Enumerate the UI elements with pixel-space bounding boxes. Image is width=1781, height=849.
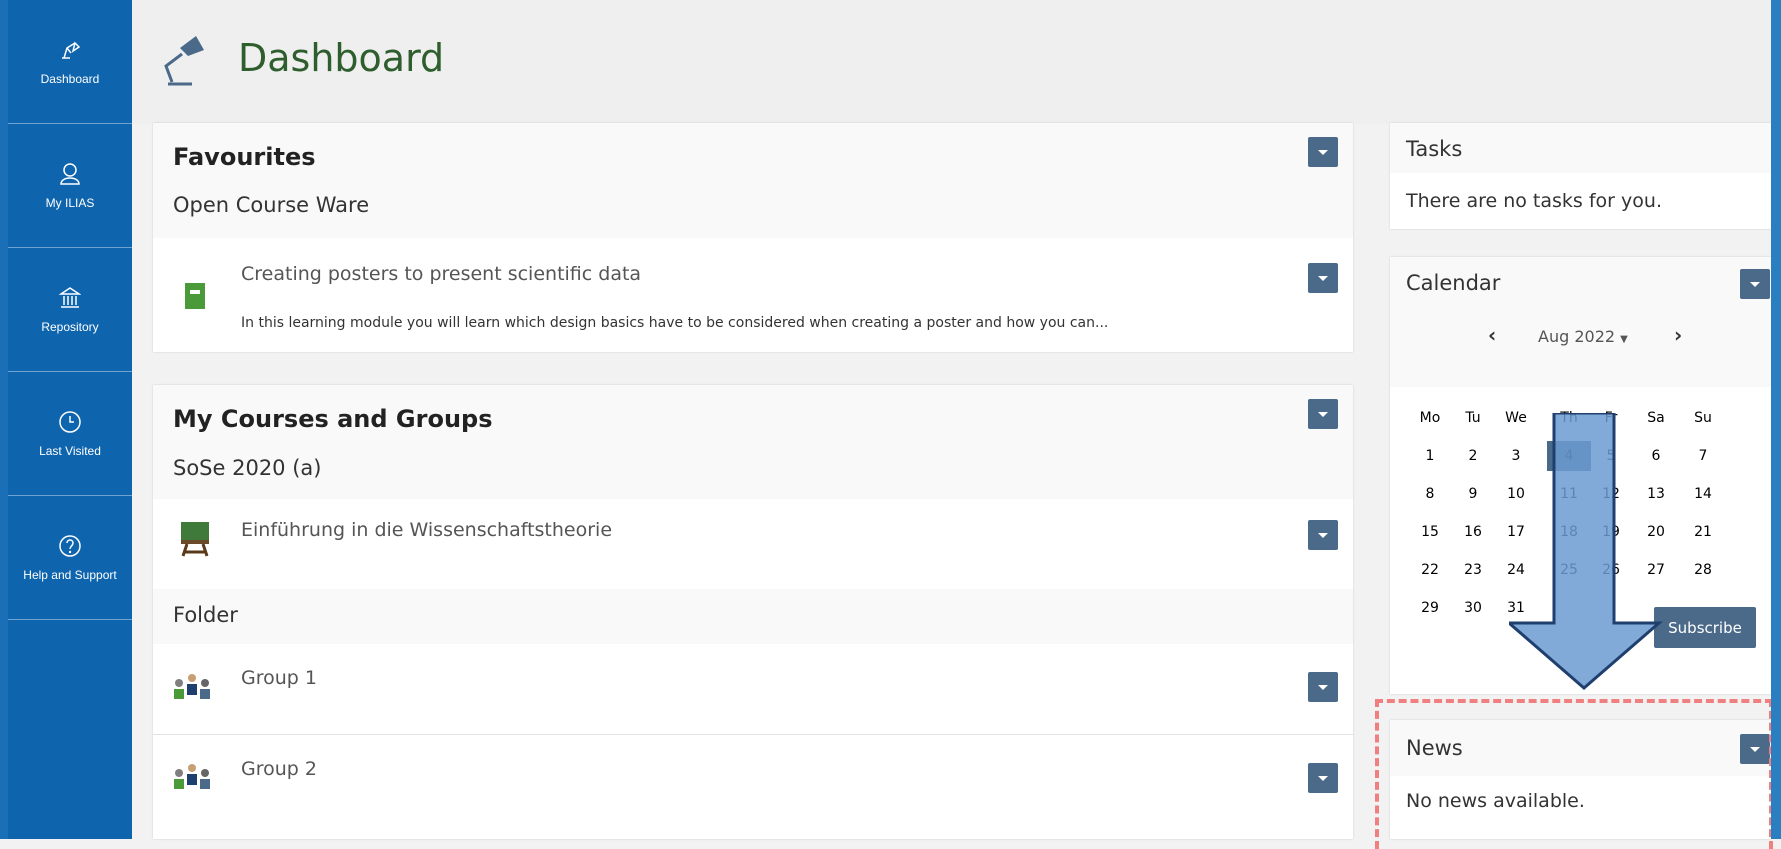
learning-module-icon [185, 283, 205, 313]
subscribe-button[interactable]: Subscribe [1654, 607, 1756, 648]
calendar-month-dropdown[interactable]: Aug 2022 ▼ [1538, 327, 1628, 346]
courses-head [153, 385, 1353, 499]
user-icon [59, 162, 81, 190]
sidebar-item-label: My ILIAS [45, 195, 95, 210]
news-highlight-box [1375, 699, 1773, 849]
sidebar: Dashboard My ILIAS Repository Last Visit… [8, 0, 132, 839]
calendar-day[interactable]: 7 [1699, 448, 1708, 464]
group-item-title[interactable]: Group 1 [241, 667, 317, 689]
sidebar-item-dashboard[interactable]: Dashboard [8, 0, 132, 124]
folder-group-header [153, 589, 1353, 644]
calendar-day[interactable]: 23 [1464, 562, 1482, 578]
favourites-group-label: Open Course Ware [173, 193, 370, 217]
calendar-title: Calendar [1406, 271, 1501, 295]
sidebar-item-label: Dashboard [40, 71, 100, 86]
courses-actions-button[interactable] [1308, 399, 1338, 429]
caret-down-icon: ▼ [1620, 334, 1628, 345]
help-icon [58, 534, 82, 562]
sidebar-item-label: Repository [41, 319, 99, 334]
page-title: Dashboard [238, 36, 445, 80]
desk-lamp-icon [162, 32, 208, 92]
calendar-day[interactable]: 9 [1469, 486, 1478, 502]
favourite-item-description: In this learning module you will learn w… [241, 315, 1109, 331]
calendar-weekday: Mo [1420, 410, 1441, 426]
calendar-day[interactable]: 15 [1421, 524, 1439, 540]
calendar-day[interactable]: 1 [1426, 448, 1435, 464]
calendar-actions-button[interactable] [1740, 269, 1770, 299]
course-item-title[interactable]: Einführung in die Wissenschaftstheorie [241, 519, 612, 541]
down-arrow-annotation [1509, 413, 1664, 690]
sidebar-item-help[interactable]: Help and Support [8, 496, 132, 620]
course-item-actions-button[interactable] [1308, 520, 1338, 550]
favourites-head [153, 123, 1353, 238]
calendar-day[interactable]: 8 [1426, 486, 1435, 502]
sidebar-item-label: Help and Support [23, 567, 117, 582]
calendar-day[interactable]: 2 [1469, 448, 1478, 464]
sidebar-item-last-visited[interactable]: Last Visited [8, 372, 132, 496]
folder-group-label: Folder [173, 603, 238, 627]
tasks-title: Tasks [1406, 137, 1463, 161]
favourites-panel: Favourites Open Course Ware Creating pos… [153, 123, 1353, 352]
courses-title: My Courses and Groups [173, 405, 493, 433]
sidebar-item-label: Last Visited [39, 443, 101, 458]
favourites-actions-button[interactable] [1308, 137, 1338, 167]
calendar-weekday: Su [1694, 410, 1712, 426]
tasks-empty-text: There are no tasks for you. [1406, 190, 1662, 212]
chevron-right-icon[interactable]: › [1674, 323, 1682, 347]
calendar-day[interactable]: 14 [1694, 486, 1712, 502]
frame-right [1771, 0, 1781, 839]
group-1-actions-button[interactable] [1308, 672, 1338, 702]
group-icon [173, 761, 211, 795]
group-item-title[interactable]: Group 2 [241, 758, 317, 780]
calendar-day[interactable]: 29 [1421, 600, 1439, 616]
courses-panel: My Courses and Groups SoSe 2020 (a) Einf… [153, 385, 1353, 839]
calendar-day[interactable]: 21 [1694, 524, 1712, 540]
calendar-month: Aug 2022 [1538, 327, 1616, 346]
clock-icon [58, 410, 82, 438]
repository-icon [58, 286, 82, 314]
favourite-item-actions-button[interactable] [1308, 263, 1338, 293]
dashboard-icon [59, 38, 81, 66]
chevron-left-icon[interactable]: ‹ [1488, 323, 1496, 347]
frame-left [0, 0, 8, 839]
calendar-day[interactable]: 30 [1464, 600, 1482, 616]
courses-group-label: SoSe 2020 (a) [173, 456, 322, 480]
calendar-day[interactable]: 28 [1694, 562, 1712, 578]
calendar-day[interactable]: 16 [1464, 524, 1482, 540]
sidebar-item-my-ilias[interactable]: My ILIAS [8, 124, 132, 248]
calendar-weekday: Tu [1464, 410, 1480, 426]
calendar-day[interactable]: 22 [1421, 562, 1439, 578]
group-2-actions-button[interactable] [1308, 763, 1338, 793]
divider [153, 734, 1353, 735]
group-icon [173, 671, 211, 705]
favourites-title: Favourites [173, 143, 316, 171]
course-icon [181, 522, 209, 562]
sidebar-item-repository[interactable]: Repository [8, 248, 132, 372]
favourite-item-title[interactable]: Creating posters to present scientific d… [241, 263, 641, 285]
tasks-panel: Tasks There are no tasks for you. [1390, 123, 1771, 229]
